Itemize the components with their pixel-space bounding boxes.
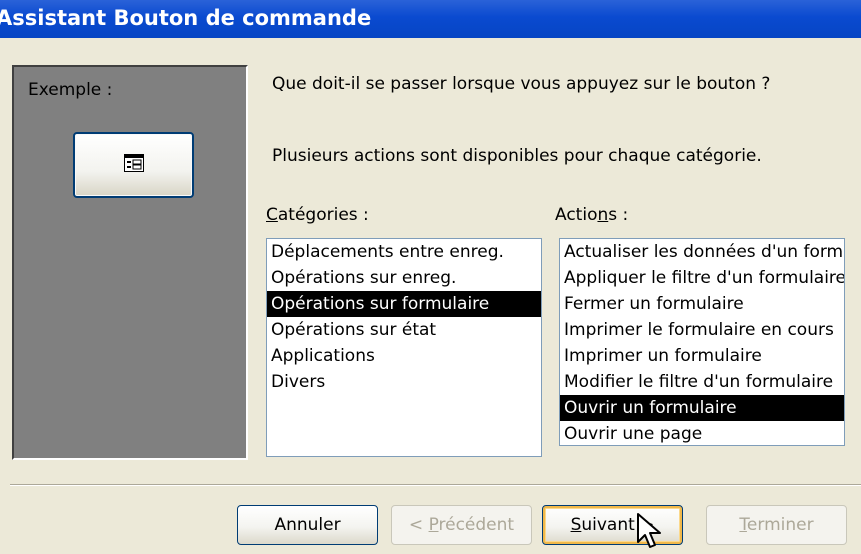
category-list-item[interactable]: Opérations sur enreg. (267, 265, 541, 291)
action-list-item[interactable]: Actualiser les données d'un formulaire (560, 239, 844, 265)
action-list-item[interactable]: Fermer un formulaire (560, 291, 844, 317)
actions-label: Actions : (555, 205, 629, 225)
action-list-item[interactable]: Imprimer le formulaire en cours (560, 317, 844, 343)
category-list-item[interactable]: Opérations sur formulaire (267, 291, 541, 317)
question-text: Que doit-il se passer lorsque vous appuy… (272, 74, 771, 94)
mouse-cursor-icon (636, 512, 662, 554)
category-list-item[interactable]: Opérations sur état (267, 317, 541, 343)
actions-listbox[interactable]: Actualiser les données d'un formulaireAp… (559, 238, 845, 446)
action-list-item[interactable]: Imprimer un formulaire (560, 343, 844, 369)
form-icon (123, 154, 144, 176)
categories-listbox[interactable]: Déplacements entre enreg. Opérations sur … (266, 238, 542, 457)
example-preview-button (73, 132, 194, 198)
previous-button[interactable]: < Précédent (391, 505, 532, 545)
action-list-item[interactable]: Appliquer le filtre d'un formulaire (560, 265, 844, 291)
action-list-item[interactable]: Ouvrir un formulaire (560, 395, 844, 421)
finish-button[interactable]: Terminer (706, 505, 847, 545)
info-text: Plusieurs actions sont disponibles pour … (272, 146, 762, 166)
title-bar[interactable]: Assistant Bouton de commande (0, 0, 861, 38)
window-title: Assistant Bouton de commande (0, 6, 372, 30)
separator (10, 484, 861, 486)
category-list-item[interactable]: Divers (267, 369, 541, 395)
category-list-item[interactable]: Applications (267, 343, 541, 369)
categories-label: Catégories : (266, 205, 369, 225)
action-list-item[interactable]: Modifier le filtre d'un formulaire (560, 369, 844, 395)
category-list-item[interactable]: Déplacements entre enreg. (267, 239, 541, 265)
example-panel: Exemple : (12, 65, 248, 460)
cancel-button[interactable]: Annuler (237, 505, 378, 545)
action-list-item[interactable]: Ouvrir une page (560, 421, 844, 445)
example-label: Exemple : (28, 80, 113, 100)
